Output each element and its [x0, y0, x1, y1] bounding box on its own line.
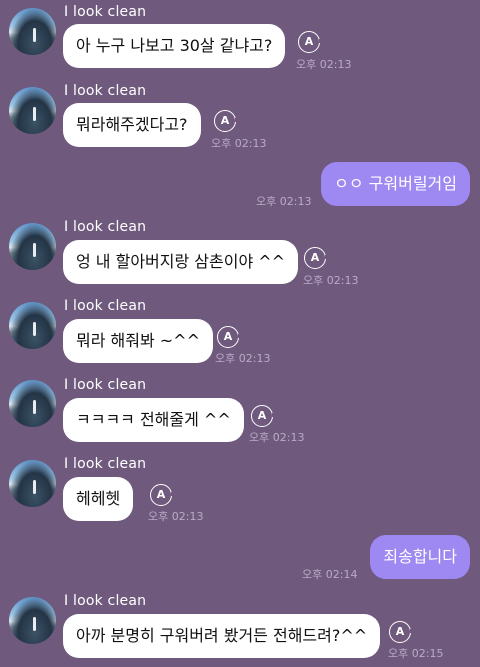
sender-name: I look clean	[64, 83, 147, 99]
message-time: 오후 02:13	[148, 510, 204, 523]
message-time: 오후 02:13	[256, 195, 312, 208]
message-bubble[interactable]: 뭐라 해줘봐 ~^^	[63, 319, 213, 363]
sender-name: I look clean	[64, 593, 147, 609]
avatar[interactable]	[9, 8, 56, 55]
translate-icon[interactable]: A	[298, 31, 323, 53]
sender-name: I look clean	[64, 456, 147, 472]
message-bubble[interactable]: 뭐라해주겠다고?	[63, 103, 201, 147]
message-bubble[interactable]: ㅇㅇ 구워버릴거임	[321, 162, 470, 206]
message-bubble[interactable]: 죄송합니다	[370, 535, 470, 579]
message-time: 오후 02:14	[302, 568, 358, 581]
message-bubble[interactable]: ㅋㅋㅋㅋ 전해줄게 ^^	[63, 398, 244, 442]
message-time: 오후 02:13	[215, 352, 271, 365]
message-time: 오후 02:13	[303, 274, 359, 287]
message-bubble[interactable]: 아까 분명히 구워버려 봤거든 전해드려?^^	[63, 614, 381, 658]
translate-icon[interactable]: A	[389, 621, 414, 643]
sender-name: I look clean	[64, 219, 147, 235]
sender-name: I look clean	[64, 298, 147, 314]
message-bubble[interactable]: 아 누구 나보고 30살 같냐고?	[63, 24, 286, 68]
message-bubble[interactable]: 엉 내 할아버지랑 삼촌이야 ^^	[63, 240, 299, 284]
message-time: 오후 02:15	[388, 647, 444, 660]
avatar[interactable]	[9, 380, 56, 427]
message-bubble[interactable]: 헤헤헷	[63, 477, 134, 521]
message-time: 오후 02:13	[211, 137, 267, 150]
avatar[interactable]	[9, 87, 56, 134]
avatar[interactable]	[9, 223, 56, 270]
message-time: 오후 02:13	[249, 431, 305, 444]
translate-icon[interactable]: A	[217, 326, 242, 348]
translate-icon[interactable]: A	[214, 110, 239, 132]
translate-icon[interactable]: A	[251, 405, 276, 427]
sender-name: I look clean	[64, 377, 147, 393]
translate-icon[interactable]: A	[150, 484, 175, 506]
avatar[interactable]	[9, 302, 56, 349]
avatar[interactable]	[9, 597, 56, 644]
avatar[interactable]	[9, 460, 56, 507]
sender-name: I look clean	[64, 4, 147, 20]
message-time: 오후 02:13	[296, 58, 352, 71]
translate-icon[interactable]: A	[304, 247, 329, 269]
